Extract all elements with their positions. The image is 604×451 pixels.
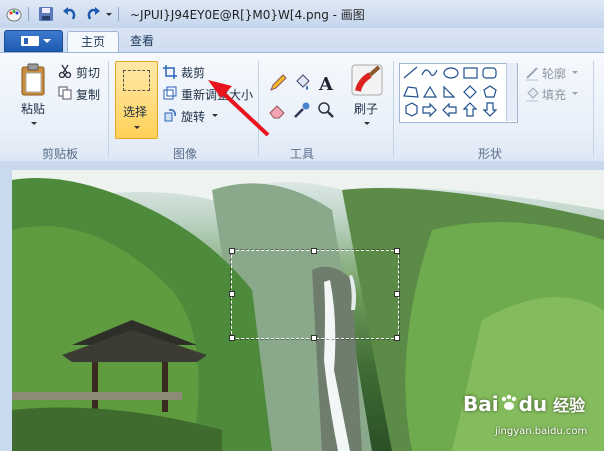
baidu-watermark: Bai du 经验 (463, 392, 585, 416)
watermark-url: jingyan.baidu.com (495, 426, 588, 437)
paw-logo-icon (501, 394, 516, 410)
watermark-brand-suffix: du (518, 392, 548, 416)
annotation-arrow-icon (208, 80, 270, 137)
watermark-brand: Bai (463, 392, 499, 416)
watermark-jingyan: 经验 (553, 396, 586, 415)
